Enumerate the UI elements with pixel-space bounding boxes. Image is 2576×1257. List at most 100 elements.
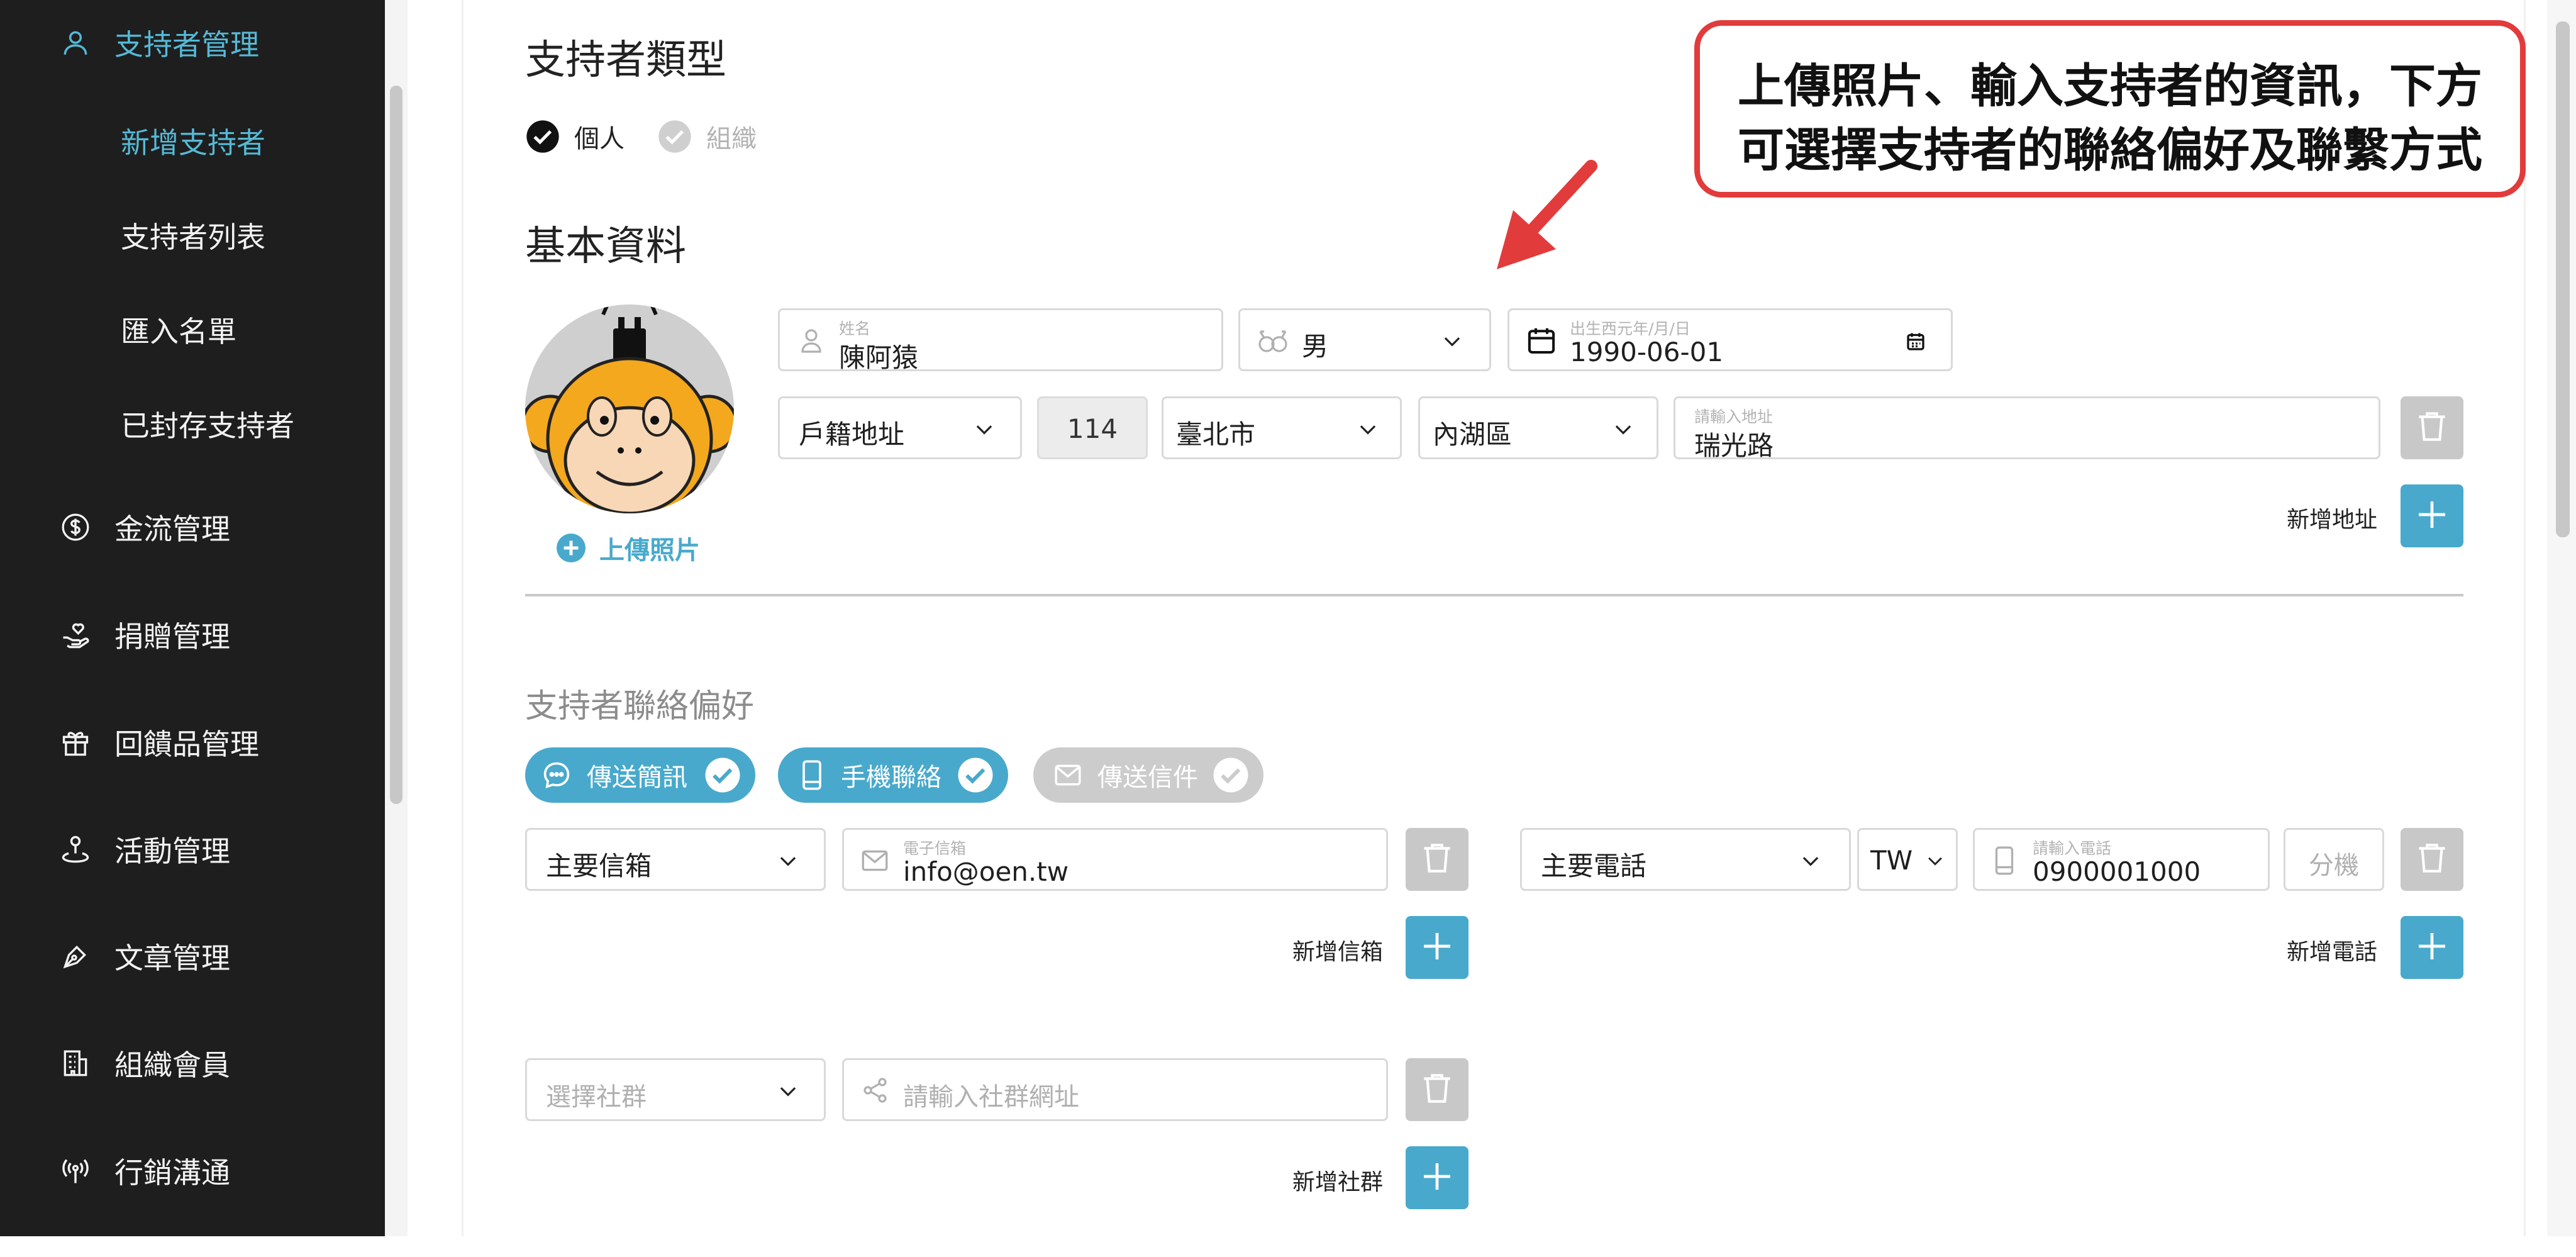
add-address-button[interactable] xyxy=(2401,484,2463,547)
nav-event[interactable]: 活動管理 xyxy=(0,829,385,869)
nav-gift[interactable]: 回饋品管理 xyxy=(0,722,385,763)
email-label: 電子信箱 xyxy=(903,839,967,858)
chevron-down-icon xyxy=(1611,417,1635,444)
add-social-button[interactable] xyxy=(1406,1146,1468,1209)
nav-sub-label: 已封存支持者 xyxy=(121,409,294,443)
broadcast-icon xyxy=(58,1153,93,1188)
avatar xyxy=(525,304,734,513)
delete-phone-button[interactable] xyxy=(2401,828,2463,891)
birth-date-field[interactable]: 出生西元年/月/日 1990-06-01 xyxy=(1507,308,1953,371)
gift-icon xyxy=(58,725,93,760)
social-placeholder: 選擇社群 xyxy=(546,1083,647,1112)
delete-address-button[interactable] xyxy=(2401,396,2463,459)
address-type-select[interactable]: 戶籍地址 xyxy=(778,396,1022,459)
address-field[interactable]: 請輸入地址 瑞光路 xyxy=(1674,396,2380,461)
chevron-down-icon xyxy=(776,849,800,875)
annotation-callout: 上傳照片、輸入支持者的資訊，下方 可選擇支持者的聯絡偏好及聯繫方式 xyxy=(1694,20,2526,198)
mobile-phone-icon xyxy=(1991,845,2018,879)
zip-code-value: 114 xyxy=(1067,413,1118,444)
trash-icon xyxy=(2412,839,2451,880)
add-address-label: 新增地址 xyxy=(2287,507,2378,533)
chevron-down-icon xyxy=(776,1079,800,1105)
page-bottom-edge xyxy=(0,1236,2576,1257)
nav-supporter-management[interactable]: 支持者管理 xyxy=(0,23,385,63)
email-type-select[interactable]: 主要信箱 xyxy=(525,828,826,891)
nav-article[interactable]: 文章管理 xyxy=(0,936,385,976)
building-icon xyxy=(58,1046,93,1081)
check-icon xyxy=(704,756,741,800)
nav-sub-import-list[interactable]: 匯入名單 xyxy=(0,310,385,350)
nav-sub-label: 新增支持者 xyxy=(121,126,265,160)
chevron-down-icon xyxy=(1440,329,1464,355)
contact-pref-title: 支持者聯絡偏好 xyxy=(525,688,755,725)
person-marker-icon xyxy=(58,832,93,867)
social-url-field[interactable]: 請輸入社群網址 xyxy=(842,1058,1388,1121)
sidebar-scrollbar[interactable] xyxy=(385,0,408,1236)
pref-sms-toggle[interactable]: 傳送簡訊 xyxy=(525,747,755,803)
main-scrollbar-thumb[interactable] xyxy=(2556,21,2570,537)
city-select[interactable]: 臺北市 xyxy=(1162,396,1402,459)
nav-donation[interactable]: 捐贈管理 xyxy=(0,615,385,655)
calendar-icon xyxy=(1524,324,1558,360)
birth-value: 1990-06-01 xyxy=(1570,337,1724,367)
nav-label: 行銷溝通 xyxy=(114,1156,230,1190)
add-email-label: 新增信箱 xyxy=(1292,939,1384,965)
calendar-picker-icon[interactable] xyxy=(1904,330,1927,355)
nav-sub-label: 匯入名單 xyxy=(121,315,236,349)
annotation-arrow-icon xyxy=(1497,160,1597,269)
check-icon xyxy=(957,756,994,800)
nav-label: 文章管理 xyxy=(114,941,230,975)
pref-mail-toggle[interactable]: 傳送信件 xyxy=(1033,747,1263,803)
delete-social-button[interactable] xyxy=(1406,1058,1468,1121)
name-label: 姓名 xyxy=(839,320,871,338)
nav-label: 支持者管理 xyxy=(114,28,259,62)
delete-email-button[interactable] xyxy=(1406,828,1468,891)
extension-field[interactable]: 分機 xyxy=(2284,828,2384,891)
add-social-label: 新增社群 xyxy=(1292,1170,1384,1195)
check-icon xyxy=(1212,756,1250,800)
sidebar: 支持者管理 新增支持者 支持者列表 匯入名單 已封存支持者 金流管理 捐贈管理 … xyxy=(0,0,385,1236)
address-type-value: 戶籍地址 xyxy=(799,419,905,450)
radio-individual[interactable]: 個人 xyxy=(525,118,625,155)
main-scrollbar[interactable] xyxy=(2547,0,2576,1236)
nav-label: 捐贈管理 xyxy=(114,620,230,654)
nav-sub-add-supporter[interactable]: 新增支持者 xyxy=(0,121,385,161)
email-field[interactable]: 電子信箱 info@oen.tw xyxy=(842,828,1388,891)
country-code-select[interactable]: TW xyxy=(1857,828,1958,891)
email-type-value: 主要信箱 xyxy=(546,851,652,881)
upload-photo-button[interactable]: 上傳照片 xyxy=(555,530,700,566)
city-value: 臺北市 xyxy=(1176,419,1256,450)
phone-label: 請輸入電話 xyxy=(2033,839,2112,858)
pref-label: 手機聯絡 xyxy=(841,763,941,792)
gender-select[interactable]: 男 xyxy=(1238,308,1491,371)
gender-value: 男 xyxy=(1302,331,1329,362)
basic-info-title: 基本資料 xyxy=(525,223,686,270)
user-icon xyxy=(58,25,93,60)
nav-org-members[interactable]: 組織會員 xyxy=(0,1043,385,1083)
nav-marketing[interactable]: 行銷溝通 xyxy=(0,1151,385,1191)
share-icon xyxy=(860,1075,891,1108)
chevron-down-icon xyxy=(1356,417,1380,444)
phone-value: 0900001000 xyxy=(2033,856,2201,887)
phone-field[interactable]: 請輸入電話 0900001000 xyxy=(1973,828,2270,891)
add-phone-label: 新增電話 xyxy=(2287,939,2378,965)
nav-label: 回饋品管理 xyxy=(114,727,259,761)
nav-cashflow[interactable]: 金流管理 xyxy=(0,507,385,547)
phone-type-select[interactable]: 主要電話 xyxy=(1520,828,1851,891)
nav-sub-supporter-list[interactable]: 支持者列表 xyxy=(0,215,385,255)
dollar-circle-icon xyxy=(58,510,93,545)
radio-organization[interactable]: 組織 xyxy=(657,118,757,155)
add-email-button[interactable] xyxy=(1406,916,1468,979)
plus-icon xyxy=(1419,929,1455,966)
add-phone-button[interactable] xyxy=(2401,916,2463,979)
gender-icon xyxy=(1255,327,1291,359)
district-select[interactable]: 內湖區 xyxy=(1418,396,1658,459)
radio-label: 個人 xyxy=(574,125,625,154)
sidebar-scrollbar-thumb[interactable] xyxy=(390,86,402,804)
name-field[interactable]: 姓名 陳阿猿 xyxy=(778,308,1223,373)
social-select[interactable]: 選擇社群 xyxy=(525,1058,826,1121)
pref-phone-toggle[interactable]: 手機聯絡 xyxy=(778,747,1008,803)
zip-code-field: 114 xyxy=(1037,396,1148,459)
nav-label: 組織會員 xyxy=(114,1048,230,1082)
nav-sub-archived-supporters[interactable]: 已封存支持者 xyxy=(0,404,385,444)
